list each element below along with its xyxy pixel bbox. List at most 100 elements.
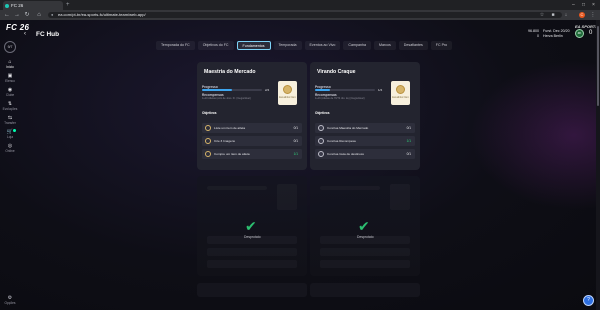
objective-row[interactable]: Conclua Guia de destinoss 0/1 — [315, 149, 415, 159]
bookmark-star-icon[interactable]: ☆ — [538, 11, 546, 19]
new-tab-button[interactable]: + — [66, 1, 70, 9]
club-name: Herva Berlin — [543, 33, 563, 38]
rail-item-evolutions[interactable]: ⇅ Evoluções — [0, 101, 20, 115]
objective-text: Crie 3 Imagens — [214, 139, 235, 143]
tab-temporada[interactable]: Temporada — [273, 41, 302, 50]
currency-display: 96.800 0 — [519, 29, 539, 38]
progress-value: 2/4 — [265, 88, 270, 92]
back-arrow-icon[interactable]: ‹ — [24, 31, 26, 37]
reload-icon[interactable]: ↻ — [23, 11, 31, 19]
rail-item-transfer[interactable]: ⇆ Transfer — [0, 115, 20, 129]
extensions-icon[interactable]: ■ — [549, 11, 557, 19]
help-button[interactable]: ? — [583, 295, 594, 306]
objective-text: Conclua Maestria do Mercado — [327, 126, 369, 130]
objective-row[interactable]: Compre um item de atleta 1/1 — [202, 149, 302, 159]
scrollbar-thumb[interactable] — [597, 26, 599, 106]
hub-tabs: Temporada do FC Objetivos do FC Fundamen… — [156, 41, 453, 50]
objective-icon — [318, 125, 324, 131]
ghost-badge — [390, 184, 410, 210]
level-indicator[interactable]: 9/7 — [4, 41, 16, 53]
ghost-line — [207, 186, 267, 190]
back-icon[interactable]: ← — [3, 11, 11, 19]
forward-icon[interactable]: → — [13, 11, 21, 19]
objective-row[interactable]: Crie 3 Imagens 0/1 — [202, 136, 302, 146]
objective-row[interactable]: Conclua Maestria do Mercado 0/1 — [315, 123, 415, 133]
tab-fundamentos[interactable]: Fundamentos — [236, 41, 271, 50]
rail-item-store[interactable]: 🛒 Loja — [0, 129, 20, 143]
browser-tabstrip: FC 26 + – □ × — [0, 0, 600, 10]
club-info[interactable]: Furst. Dec 20/20 Herva Berlin — [543, 29, 573, 38]
minimize-icon[interactable]: – — [572, 1, 575, 9]
tab-objetivos-fc[interactable]: Objetivos do FC — [197, 41, 234, 50]
reward-pack-label: Escudinho Ouro — [279, 97, 296, 99]
card-title: Virando Craque — [317, 69, 356, 75]
ghost-row — [207, 248, 297, 256]
objective-text: Conclua Guia de destinoss — [327, 152, 364, 156]
objective-row[interactable]: Conclua Recompesa 1/1 — [315, 136, 415, 146]
rail-item-online[interactable]: ◎ Online — [0, 143, 20, 157]
objective-row[interactable]: Liste um item de atleta 0/1 — [202, 123, 302, 133]
group-card-partial[interactable] — [197, 283, 307, 297]
objective-text: Compre um item de atleta — [214, 152, 250, 156]
progress-bar — [202, 89, 262, 91]
new-badge — [13, 129, 16, 132]
objective-text: Conclua Recompesa — [327, 139, 356, 143]
app-header: FC 26 EA SPORTS — [0, 20, 600, 38]
rail-label: Clube — [5, 93, 15, 97]
objective-card-virando-craque[interactable]: Virando Craque Escudinho Ouro Progresso … — [310, 62, 420, 170]
coin-icon — [205, 125, 211, 131]
tab-eventos-ao-vivo[interactable]: Eventos ao Vivo — [304, 41, 341, 50]
tab-favicon-icon — [5, 4, 9, 8]
progress-fill — [202, 89, 232, 91]
page-title: FC Hub — [36, 31, 60, 38]
rail-label: Elenco — [5, 79, 15, 83]
objective-value: 0/1 — [293, 139, 298, 143]
objective-icon — [318, 151, 324, 157]
objective-card-maestria[interactable]: Maestria do Mercado Escudinho Ouro Progr… — [197, 62, 307, 170]
progress-bar — [315, 89, 375, 91]
ghost-row — [320, 260, 410, 268]
tab-fc-pro[interactable]: FC Pro — [430, 41, 453, 50]
browser-menu-icon[interactable]: ⋮ — [589, 11, 597, 19]
address-bar[interactable]: ● ea.com/pt-br/ea-sports-fc/ultimate-tea… — [48, 12, 562, 18]
completed-label: Desprotato — [244, 235, 261, 239]
club-line-1: Furst. Dec 20/20 — [543, 29, 570, 33]
close-icon[interactable]: × — [592, 1, 595, 9]
downloads-icon[interactable]: ↓ — [562, 11, 570, 19]
tab-desafiantes[interactable]: Desafiantes — [398, 41, 428, 50]
page-scrollbar[interactable] — [596, 20, 600, 310]
completed-label: Desprotato — [357, 235, 374, 239]
browser-tab[interactable]: FC 26 — [3, 1, 63, 10]
objective-text: Liste um item de atleta — [214, 126, 246, 130]
ghost-badge — [277, 184, 297, 210]
options-button[interactable]: ⚙ Opções — [3, 295, 17, 305]
completed-group-card[interactable]: ✔ Desprotato — [310, 176, 420, 276]
tab-temporada-fc[interactable]: Temporada do FC — [156, 41, 195, 50]
ghost-row — [320, 248, 410, 256]
rail-item-squad[interactable]: ▣ Elenco — [0, 73, 20, 87]
reward-pack-badge: Escudinho Ouro — [278, 81, 297, 105]
rewards-text: 4+10 Atletas (com de Jovs. Fr. (Inegociá… — [202, 97, 251, 100]
card-title: Maestria do Mercado — [204, 69, 256, 75]
rail-label: Transfer — [4, 121, 16, 125]
tab-marcos[interactable]: Marcos — [374, 41, 396, 50]
site-info-icon[interactable]: ● — [51, 12, 53, 18]
player-item-icon — [205, 151, 211, 157]
reward-pack-label: Escudinho Ouro — [392, 97, 409, 99]
rail-item-home[interactable]: ⌂ Início — [0, 59, 20, 73]
club-crest[interactable]: ZK — [575, 29, 584, 38]
notifications-count[interactable]: 0 — [589, 30, 592, 36]
rewards-text: 4+16 (Atletas de 70/74 rdo. de) (Inegoci… — [315, 97, 365, 100]
browser-toolbar: ← → ↻ ⌂ ● ea.com/pt-br/ea-sports-fc/ulti… — [0, 10, 600, 20]
objective-value: 1/1 — [293, 152, 298, 156]
maximize-icon[interactable]: □ — [582, 1, 585, 9]
rail-label: Evoluções — [2, 107, 18, 111]
rail-item-club[interactable]: ◉ Clube — [0, 87, 20, 101]
card-pack-icon — [205, 138, 211, 144]
profile-avatar[interactable]: C — [579, 12, 585, 18]
completed-group-card[interactable]: ✔ Desprotato — [197, 176, 307, 276]
home-browser-icon[interactable]: ⌂ — [35, 11, 43, 19]
group-card-partial[interactable] — [310, 283, 420, 297]
checkmark-icon: ✔ — [245, 218, 257, 234]
tab-campanha[interactable]: Campanha — [343, 41, 371, 50]
